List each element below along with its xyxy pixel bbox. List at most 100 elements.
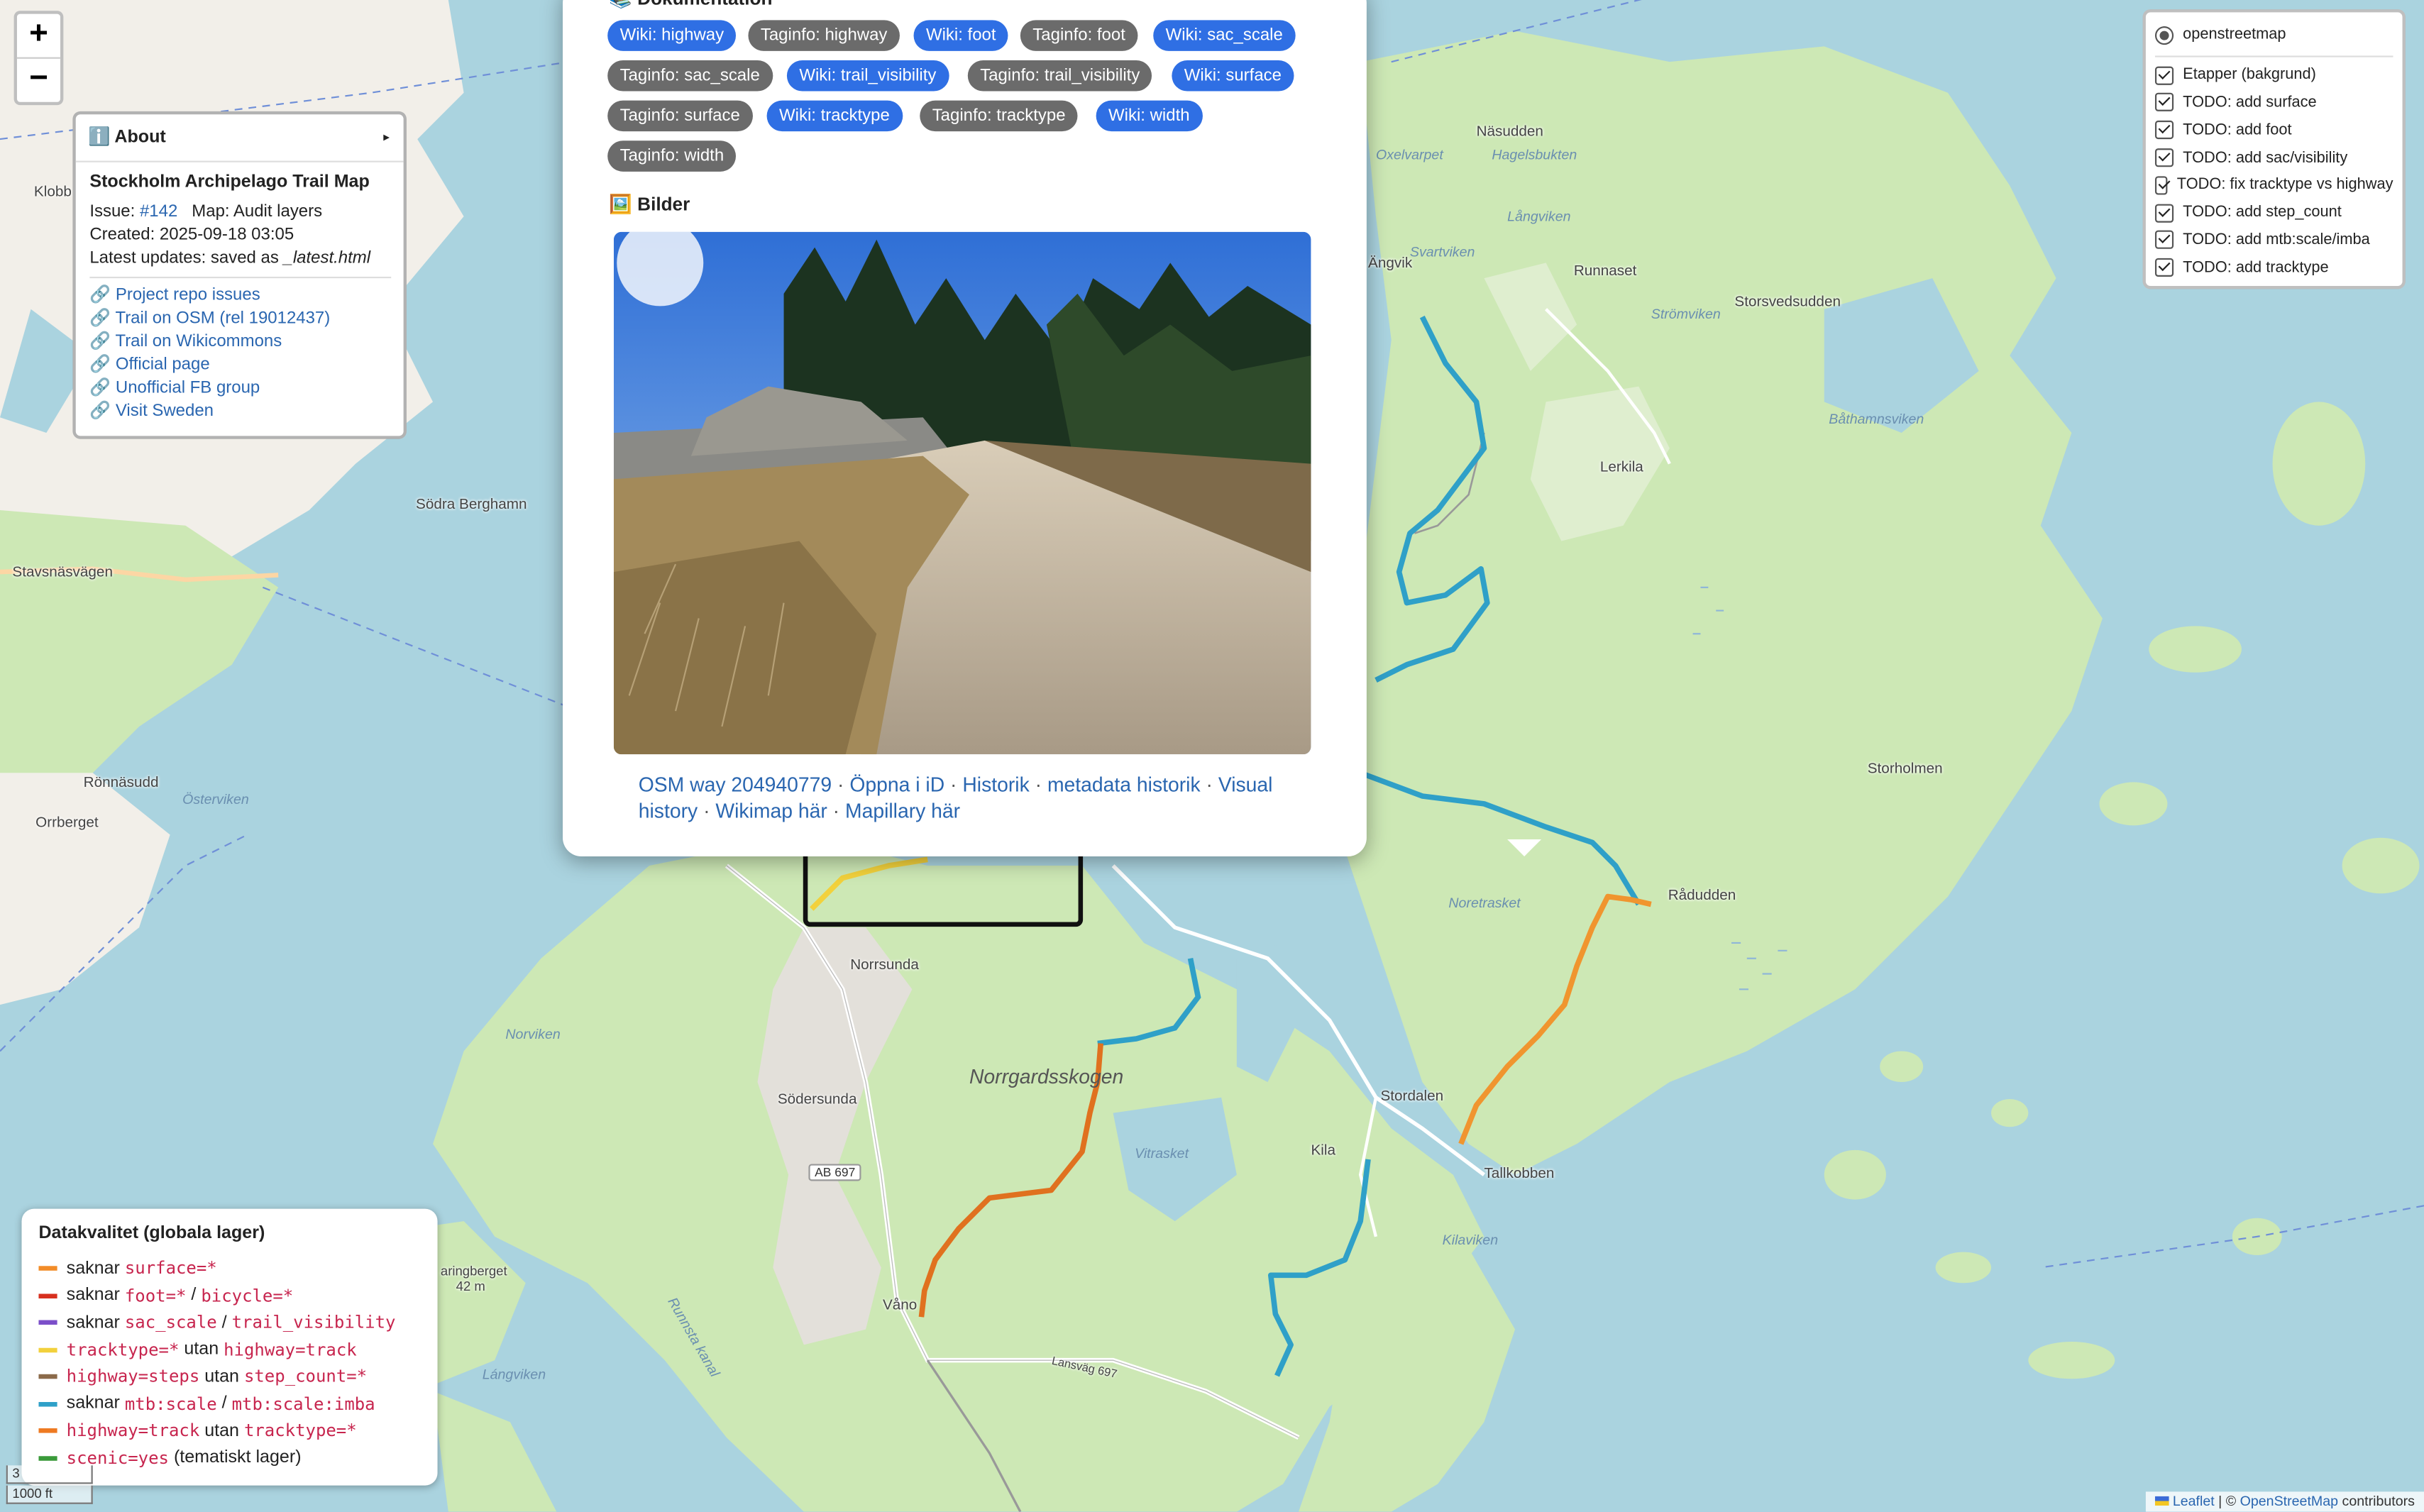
- place-label: Storsvedsudden: [1734, 293, 1841, 311]
- place-label: Tallkobben: [1484, 1165, 1555, 1183]
- wikimap-link[interactable]: Wikimap här: [715, 799, 827, 822]
- separator: ·: [1200, 773, 1218, 796]
- history-link[interactable]: Historik: [962, 773, 1029, 796]
- checkbox-checked-icon[interactable]: [2154, 148, 2174, 167]
- legend-tag: mtb:scale:imba: [231, 1394, 375, 1414]
- trail-photo[interactable]: [613, 231, 1311, 755]
- legend-tag: surface=*: [124, 1258, 217, 1279]
- popup-links: OSM way 204940779 · Öppna i iD · Histori…: [639, 771, 1319, 824]
- separator: ·: [832, 773, 850, 796]
- zoom-in-button[interactable]: +: [17, 14, 60, 57]
- water-label: Långviken: [1507, 209, 1571, 224]
- water-label: Norviken: [505, 1026, 561, 1042]
- attribution-sep: | ©: [2214, 1493, 2240, 1509]
- wiki-surface-pill[interactable]: Wiki: surface: [1172, 60, 1294, 92]
- legend-tag: step_count=*: [243, 1367, 368, 1387]
- checkbox-checked-icon[interactable]: [2154, 121, 2174, 140]
- overlay-option[interactable]: Etapper (bakgrund): [2154, 62, 2393, 89]
- taginfo-width-pill[interactable]: Taginfo: width: [607, 140, 737, 172]
- taginfo-highway-pill[interactable]: Taginfo: highway: [748, 20, 900, 51]
- data-quality-legend: Datakvalitet (globala lager) saknar surf…: [21, 1208, 438, 1486]
- leaflet-link[interactable]: Leaflet: [2173, 1494, 2215, 1509]
- wikicommons-link[interactable]: Trail on Wikicommons: [115, 332, 282, 351]
- osm-link[interactable]: OpenStreetMap: [2240, 1494, 2338, 1509]
- checkbox-checked-icon[interactable]: [2154, 93, 2174, 112]
- osm-way-link[interactable]: OSM way 204940779: [639, 773, 832, 796]
- legend-tag: highway=steps: [66, 1367, 200, 1387]
- taginfo-foot-pill[interactable]: Taginfo: foot: [1020, 20, 1138, 51]
- overlay-option[interactable]: TODO: fix tracktype vs highway: [2154, 172, 2393, 199]
- wiki-tracktype-pill[interactable]: Wiki: tracktype: [766, 100, 903, 132]
- base-layer-option[interactable]: openstreetmap: [2154, 22, 2393, 50]
- overlay-option[interactable]: TODO: add sac/visibility: [2154, 144, 2393, 172]
- place-label: Norrsunda: [850, 956, 919, 974]
- legend-text: utan: [179, 1340, 224, 1359]
- images-heading: 🖼️ Bilder: [609, 193, 690, 215]
- wiki-foot-pill[interactable]: Wiki: foot: [913, 20, 1008, 51]
- legend-text: (tematiskt lager): [168, 1448, 302, 1468]
- checkbox-checked-icon[interactable]: [2154, 176, 2168, 195]
- official-page-link[interactable]: Official page: [116, 355, 210, 374]
- about-header[interactable]: ℹ️ About ▸: [75, 114, 404, 162]
- map-viewport[interactable]: Näsudden Hagelsbukten Oxelvarpet Runnase…: [0, 0, 2424, 1512]
- zoom-out-button[interactable]: −: [16, 57, 60, 102]
- overlay-option[interactable]: TODO: add tracktype: [2154, 254, 2393, 282]
- scale-metric: 3: [6, 1465, 93, 1484]
- wiki-sac-scale-pill[interactable]: Wiki: sac_scale: [1153, 20, 1296, 51]
- mapillary-link[interactable]: Mapillary här: [845, 799, 960, 822]
- repo-issues-link[interactable]: Project repo issues: [116, 286, 260, 304]
- overlay-option[interactable]: TODO: add step_count: [2154, 199, 2393, 227]
- about-link-row[interactable]: 🔗 Trail on OSM (rel 19012437): [89, 308, 403, 331]
- wiki-trail-visibility-pill[interactable]: Wiki: trail_visibility: [786, 60, 949, 92]
- legend-row: saknar foot=* / bicycle=*: [38, 1282, 420, 1309]
- about-link-row[interactable]: 🔗 Project repo issues: [89, 285, 403, 308]
- legend-tag: trail_visibility: [231, 1313, 396, 1333]
- documentation-heading: 📚 Dokumentation: [609, 0, 772, 9]
- legend-row: saknar surface=*: [38, 1255, 420, 1282]
- fb-group-link[interactable]: Unofficial FB group: [116, 379, 260, 397]
- taginfo-sac-scale-pill[interactable]: Taginfo: sac_scale: [607, 60, 773, 92]
- water-label: Oxelvarpet: [1375, 146, 1443, 162]
- taginfo-surface-pill[interactable]: Taginfo: surface: [607, 100, 753, 132]
- legend-row: scenic=yes (tematiskt lager): [38, 1445, 420, 1472]
- overlay-option[interactable]: TODO: add mtb:scale/imba: [2154, 226, 2393, 254]
- water-label: Svartviken: [1409, 244, 1475, 260]
- taginfo-tracktype-pill[interactable]: Taginfo: tracktype: [920, 100, 1078, 132]
- expand-arrow-icon[interactable]: ▸: [383, 114, 390, 160]
- popup-tip: [1507, 839, 1542, 856]
- updates-file: _latest.html: [283, 248, 371, 267]
- checkbox-checked-icon[interactable]: [2154, 231, 2174, 250]
- metadata-history-link[interactable]: metadata historik: [1047, 773, 1201, 796]
- osm-trail-link[interactable]: Trail on OSM (rel 19012437): [115, 309, 330, 328]
- legend-text: utan: [199, 1421, 244, 1440]
- legend-row: tracktype=* utan highway=track: [38, 1336, 420, 1363]
- legend-tag: bicycle=*: [201, 1286, 294, 1306]
- overlay-option[interactable]: TODO: add surface: [2154, 89, 2393, 116]
- place-label: Stavsnäsvägen: [12, 564, 113, 582]
- legend-tag: highway=track: [224, 1340, 357, 1360]
- project-title: Stockholm Archipelago Trail Map: [89, 173, 370, 192]
- checkbox-checked-icon[interactable]: [2154, 258, 2174, 277]
- water-label: Hagelsbukten: [1492, 146, 1577, 162]
- overlay-option[interactable]: TODO: add foot: [2154, 116, 2393, 144]
- checkbox-checked-icon[interactable]: [2154, 203, 2174, 223]
- overlay-label: Etapper (bakgrund): [2183, 67, 2316, 84]
- map-label: Map: Audit layers: [192, 202, 323, 221]
- legend-swatch: [38, 1401, 57, 1406]
- about-link-row[interactable]: 🔗 Unofficial FB group: [89, 377, 403, 401]
- checkbox-checked-icon[interactable]: [2154, 65, 2174, 85]
- separator: ·: [827, 799, 845, 823]
- about-link-row[interactable]: 🔗 Visit Sweden: [89, 400, 403, 424]
- visit-sweden-link[interactable]: Visit Sweden: [116, 402, 214, 420]
- radio-selected-icon[interactable]: [2154, 26, 2174, 45]
- open-id-link[interactable]: Öppna i iD: [849, 773, 944, 796]
- base-layer-label: openstreetmap: [2183, 26, 2286, 44]
- wiki-width-pill[interactable]: Wiki: width: [1096, 100, 1202, 132]
- taginfo-trail-visibility-pill[interactable]: Taginfo: trail_visibility: [967, 60, 1152, 92]
- about-link-row[interactable]: 🔗 Official page: [89, 354, 403, 377]
- about-link-row[interactable]: 🔗 Trail on Wikicommons: [89, 331, 403, 354]
- issue-link[interactable]: #142: [140, 202, 177, 221]
- wiki-highway-pill[interactable]: Wiki: highway: [607, 20, 737, 51]
- place-label: Storholmen: [1867, 760, 1943, 778]
- legend-tag: highway=track: [66, 1420, 200, 1441]
